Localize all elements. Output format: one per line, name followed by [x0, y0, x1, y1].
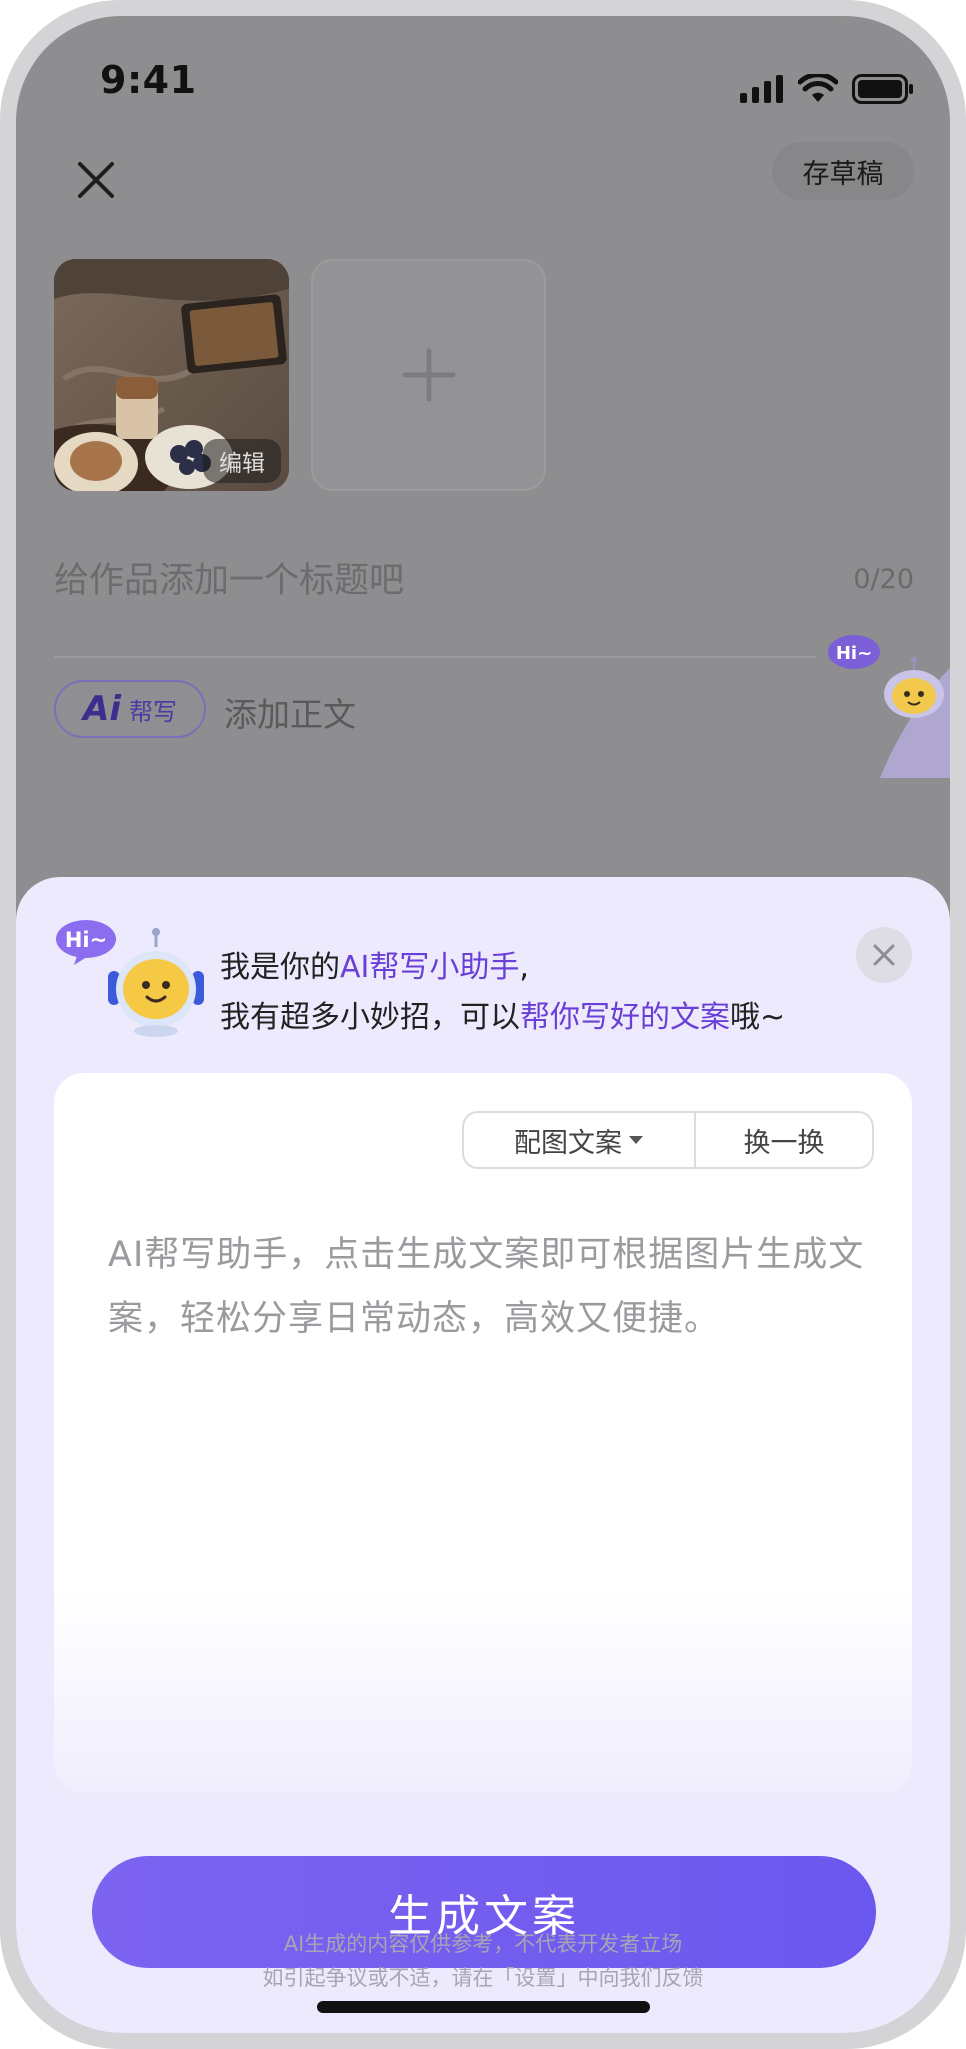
status-time: 9:41: [100, 58, 197, 102]
ai-write-chip[interactable]: Ai 帮写: [54, 680, 206, 738]
battery-icon: [852, 74, 913, 104]
sheet-close-button[interactable]: [856, 927, 912, 983]
copy-card: 配图文案 换一换 AI帮写助手，点击生成文案即可根据图片生成文案，轻松分享日常动…: [54, 1073, 912, 1793]
greeting-text: ,: [519, 950, 529, 985]
close-icon: [78, 162, 114, 198]
greeting-text: 我是你的: [220, 950, 340, 985]
disclaimer-line-1: AI生成的内容仅供参考，不代表开发者立场: [283, 1932, 683, 1956]
sheet-mascot: Hi~: [56, 919, 206, 1039]
greeting-highlight: 帮你写好的文案: [520, 1000, 730, 1035]
peek-bubble-text: Hi~: [836, 643, 872, 664]
greeting-text: 哦~: [730, 1000, 786, 1035]
plus-icon: [402, 348, 455, 402]
edit-photo-button[interactable]: 编辑: [203, 439, 281, 483]
phone-frame: 9:41 存草稿 编辑 给作品添加一个标题吧 0/20 Ai 帮写 添加正文 H…: [0, 0, 966, 2049]
close-icon: [873, 944, 895, 966]
disclaimer-line-2: 如引起争议或不适，请在「设置」中向我们反馈: [262, 1966, 704, 1990]
close-button[interactable]: [68, 152, 124, 208]
copy-toolbar: 配图文案 换一换: [462, 1111, 874, 1169]
wifi-icon: [798, 74, 838, 102]
peek-mascot[interactable]: Hi~: [820, 628, 950, 778]
save-draft-button[interactable]: 存草稿: [772, 142, 914, 200]
copy-style-label: 配图文案: [514, 1127, 622, 1159]
add-photo-button[interactable]: [311, 259, 546, 491]
copy-style-dropdown[interactable]: 配图文案: [464, 1113, 696, 1167]
ai-chip-main: Ai: [83, 689, 121, 729]
title-input[interactable]: [54, 551, 814, 611]
greeting-highlight: AI帮写小助手: [340, 950, 520, 985]
dropdown-caret-icon: [629, 1136, 643, 1144]
status-icons: [740, 74, 914, 104]
home-indicator: [317, 2001, 650, 2013]
greeting-line-2: 我有超多小妙招，可以帮你写好的文案哦~: [220, 993, 785, 1043]
greeting-text: 我有超多小妙招，可以: [220, 1000, 520, 1035]
greeting-line-1: 我是你的AI帮写小助手,: [220, 943, 785, 993]
ai-helper-sheet: Hi~ 我是你的AI帮写小助手, 我有超多小妙招，可以帮你写好的文案哦~ 配图文…: [16, 877, 950, 2033]
robot-mascot-icon: Hi~: [828, 635, 950, 778]
robot-mascot-icon: Hi~: [56, 920, 204, 1037]
body-placeholder[interactable]: 添加正文: [224, 688, 356, 736]
swap-button[interactable]: 换一换: [696, 1113, 872, 1167]
assistant-greeting: 我是你的AI帮写小助手, 我有超多小妙招，可以帮你写好的文案哦~: [220, 943, 785, 1043]
photo-thumbnail[interactable]: 编辑: [54, 259, 289, 491]
ai-chip-sub: 帮写: [128, 697, 177, 726]
title-divider: [54, 656, 816, 658]
sheet-bubble-text: Hi~: [65, 928, 107, 952]
signal-icon: [740, 75, 783, 103]
copy-preview-text: AI帮写助手，点击生成文案即可根据图片生成文案，轻松分享日常动态，高效又便捷。: [108, 1235, 865, 1339]
title-char-counter: 0/20: [853, 564, 914, 595]
disclaimer: AI生成的内容仅供参考，不代表开发者立场 如引起争议或不适，请在「设置」中向我们…: [16, 1927, 950, 1995]
screen: 9:41 存草稿 编辑 给作品添加一个标题吧 0/20 Ai 帮写 添加正文 H…: [16, 16, 950, 2033]
